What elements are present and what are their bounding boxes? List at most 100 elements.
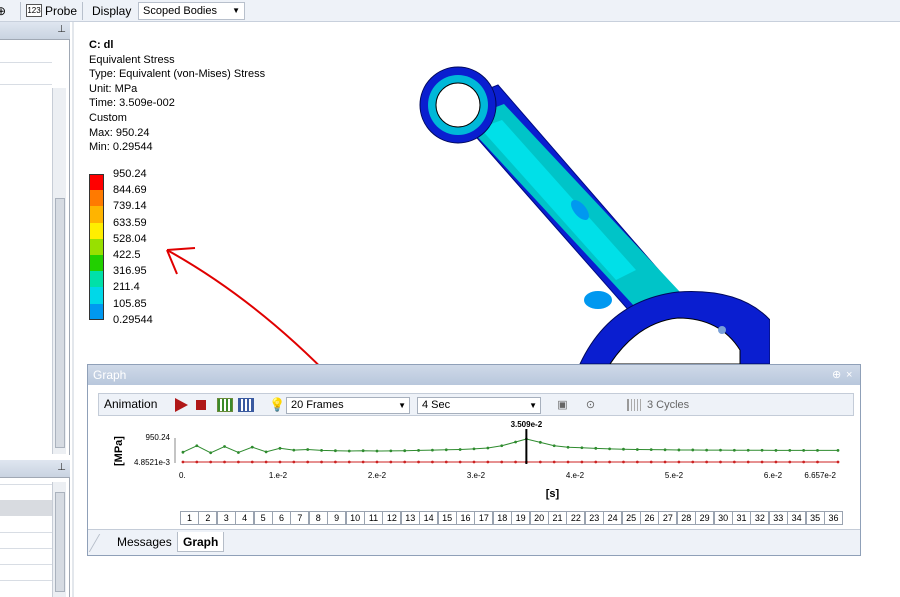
frame-button[interactable]: 8 — [308, 511, 328, 525]
legend-label: 105.85 — [113, 297, 147, 310]
frame-button[interactable]: 7 — [290, 511, 310, 525]
data-point-max — [608, 447, 612, 451]
scrollbar-thumb[interactable] — [55, 198, 65, 448]
data-point-min — [677, 460, 681, 464]
frame-button[interactable]: 3 — [216, 511, 236, 525]
frame-button[interactable]: 23 — [584, 511, 604, 525]
data-point-min — [663, 460, 667, 464]
frame-button[interactable]: 31 — [732, 511, 751, 525]
panel-header: ⊥ — [0, 22, 70, 40]
data-point-max — [719, 448, 722, 452]
data-point-max — [649, 448, 653, 452]
legend-label: 633.59 — [113, 216, 147, 229]
export-video-icon[interactable]: ▣ — [555, 398, 570, 412]
frame-button[interactable]: 29 — [695, 511, 715, 525]
scrollbar-vertical[interactable] — [52, 482, 66, 597]
data-point-min — [746, 460, 750, 464]
frame-button[interactable]: 16 — [456, 511, 475, 525]
data-point-min — [802, 460, 806, 464]
graph-window: Graph ⊕ × Animation 💡 20 Frames ▼ 4 Sec … — [87, 364, 861, 556]
result-time: Time: 3.509e-002 — [89, 97, 175, 110]
frame-button[interactable]: 18 — [492, 511, 512, 525]
graph-tabs: Messages Graph — [88, 529, 860, 555]
data-point-min — [278, 460, 282, 464]
frames-select[interactable]: 20 Frames ▼ — [286, 397, 410, 414]
duration-select[interactable]: 4 Sec ▼ — [417, 397, 541, 414]
pin-icon[interactable]: ⊥ — [57, 24, 66, 35]
scrollbar-vertical[interactable] — [52, 88, 66, 454]
data-point-min — [500, 460, 504, 464]
lightbulb-icon[interactable]: 💡 — [269, 397, 285, 413]
frame-button[interactable]: 22 — [566, 511, 586, 525]
frame-button[interactable]: 35 — [805, 511, 825, 525]
frame-button[interactable]: 1 — [180, 511, 199, 525]
frame-button[interactable]: 34 — [787, 511, 807, 525]
frame-button[interactable]: 28 — [676, 511, 696, 525]
frame-button[interactable]: 14 — [419, 511, 439, 525]
frame-button[interactable]: 25 — [621, 511, 641, 525]
legend-frame — [89, 174, 104, 320]
tab-graph[interactable]: Graph — [177, 532, 225, 552]
frame-button[interactable]: 13 — [400, 511, 420, 525]
pin-icon[interactable]: ⊕ — [832, 365, 841, 385]
x-tick-label: 5.e-2 — [665, 471, 684, 480]
stop-icon[interactable] — [196, 400, 206, 410]
scope-select[interactable]: Scoped Bodies ▼ — [138, 2, 245, 20]
frame-button[interactable]: 19 — [511, 511, 531, 525]
frame-button[interactable]: 27 — [658, 511, 678, 525]
distributed-frames-icon[interactable] — [217, 398, 233, 412]
frame-button[interactable]: 26 — [640, 511, 659, 525]
mechanical-window: ⊕ 123 Probe Display Scoped Bodies ▼ ⊥ ⊥ — [0, 0, 900, 597]
panel-splitter[interactable] — [72, 22, 74, 597]
data-point-max — [431, 448, 434, 452]
scrollbar-thumb[interactable] — [55, 492, 65, 592]
frame-button[interactable]: 9 — [327, 511, 347, 525]
probe-button[interactable]: Probe — [45, 2, 77, 20]
data-point-min — [236, 460, 240, 464]
frame-button[interactable]: 21 — [548, 511, 567, 525]
frame-button[interactable]: 33 — [768, 511, 788, 525]
tab-messages[interactable]: Messages — [112, 532, 177, 552]
connecting-rod-model[interactable] — [410, 60, 770, 364]
frame-button[interactable]: 5 — [253, 511, 273, 525]
pin-icon[interactable]: ⊥ — [57, 462, 66, 473]
cycles-label: 3 Cycles — [647, 399, 690, 411]
data-point-max — [691, 448, 695, 452]
data-point-max — [278, 446, 282, 450]
chevron-down-icon: ▼ — [232, 6, 240, 15]
probe-icon: 123 — [26, 4, 42, 17]
data-point-min — [514, 460, 517, 464]
zoom-icon[interactable]: ⊙ — [583, 398, 598, 412]
frame-button[interactable]: 20 — [529, 511, 549, 525]
frame-button[interactable]: 12 — [382, 511, 402, 525]
frame-button[interactable]: 2 — [198, 511, 218, 525]
data-point-max — [552, 444, 556, 448]
legend-label: 0.29544 — [113, 313, 153, 326]
divider — [0, 84, 52, 85]
frame-button[interactable]: 17 — [474, 511, 494, 525]
result-sets-icon[interactable] — [238, 398, 254, 412]
data-point-max — [774, 449, 778, 452]
frame-button[interactable]: 30 — [713, 511, 733, 525]
display-label: Display — [92, 4, 132, 18]
data-point-max — [594, 446, 598, 450]
result-type: Type: Equivalent (von-Mises) Stress — [89, 68, 266, 81]
frame-button[interactable]: 15 — [437, 511, 457, 525]
data-point-max — [236, 451, 240, 454]
frame-button[interactable]: 6 — [272, 511, 291, 525]
data-point-max — [677, 448, 681, 452]
data-point-min — [774, 460, 778, 464]
frame-button[interactable]: 36 — [824, 511, 843, 525]
bolt-hole — [718, 326, 726, 334]
close-icon[interactable]: × — [846, 365, 852, 385]
stress-time-chart[interactable]: [MPa] 950.24 4.8521e-3 0. 1.e-2 2.e-2 3.e-2 4.e… — [98, 417, 848, 509]
frame-button[interactable]: 10 — [345, 511, 365, 525]
frame-button[interactable]: 24 — [603, 511, 623, 525]
frame-button[interactable]: 11 — [364, 511, 383, 525]
overflow-icon[interactable]: ⊕ — [0, 2, 10, 20]
frame-button[interactable]: 32 — [750, 511, 770, 525]
data-point-min — [403, 460, 407, 464]
play-icon[interactable] — [175, 398, 188, 412]
data-point-min — [691, 460, 695, 464]
frame-button[interactable]: 4 — [235, 511, 255, 525]
